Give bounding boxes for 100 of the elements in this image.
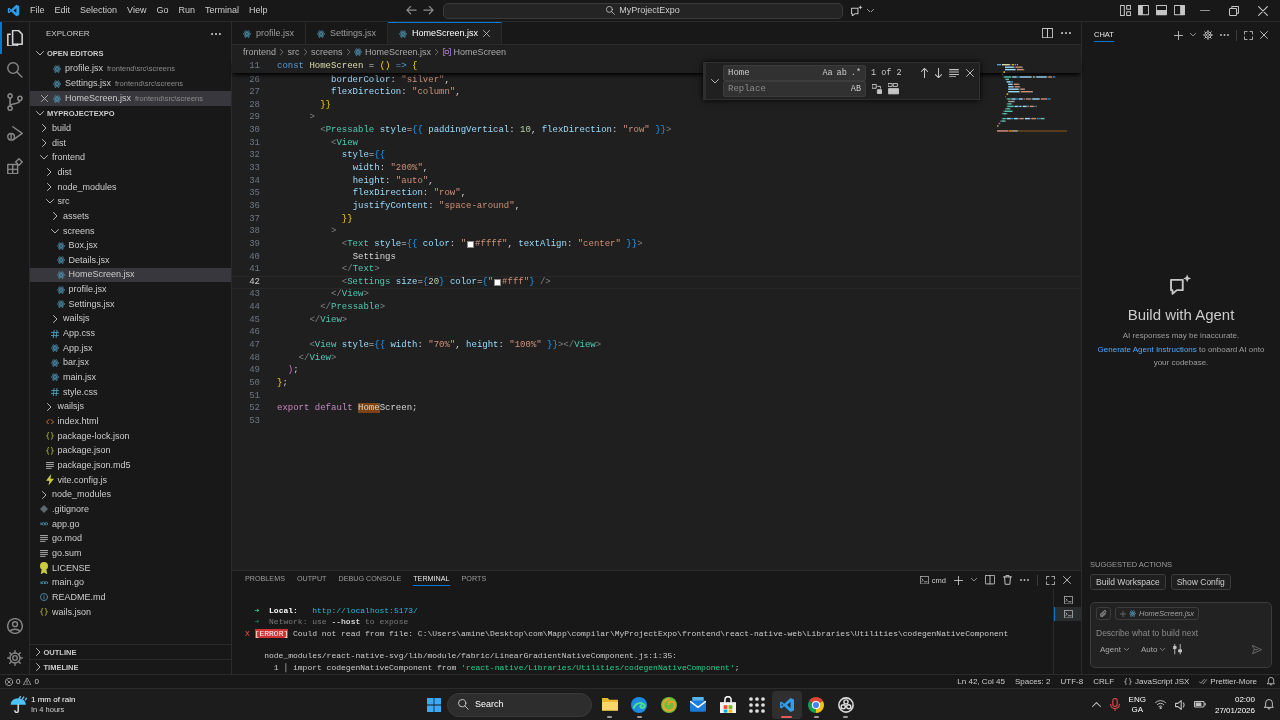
close-icon[interactable] [40,95,48,102]
status-item[interactable]: Spaces: 2 [1009,676,1056,687]
tree-item[interactable]: README.md [30,590,231,605]
tree-item[interactable]: Details.jsx [30,252,231,268]
tree-item[interactable]: App.css [30,326,231,341]
breadcrumb-item[interactable]: HomeScreen [442,47,507,58]
tools-icon[interactable] [1173,644,1183,655]
tree-item[interactable]: app.go [30,516,231,532]
tree-item[interactable]: index.html [30,414,231,429]
close-panel-icon[interactable] [1063,576,1071,584]
close-icon[interactable] [966,69,974,77]
status-item[interactable]: CRLF [1088,676,1120,687]
tree-item[interactable]: package.json.md5 [30,458,231,473]
umbrella-icon[interactable] [10,695,27,714]
language-code[interactable]: ENG [1128,694,1146,705]
find-field[interactable]: Home Aa ab .* [723,65,866,81]
status-item[interactable]: UTF-8 [1055,676,1089,687]
tree-item[interactable]: main.jsx [30,370,231,385]
menu-item[interactable]: View [122,4,152,17]
trash-icon[interactable] [1003,575,1012,585]
folder-item[interactable]: node_modules [30,179,231,195]
panel-bottom-icon[interactable] [1156,5,1167,16]
folder-item[interactable]: screens [30,223,231,239]
tree-item[interactable]: go.mod [30,531,231,547]
chat-icon[interactable] [851,4,863,17]
tree-item[interactable]: .gitignore [30,502,231,517]
chevron-down-icon[interactable] [971,578,977,582]
app-logo-icon[interactable] [7,4,20,17]
menu-item[interactable]: File [25,4,50,17]
menu-item[interactable]: Terminal [199,4,244,17]
menu-item[interactable]: Run [173,4,200,17]
tree-item[interactable]: profile.jsx [30,282,231,297]
settings-icon[interactable] [1203,30,1213,40]
menu-item[interactable]: Help [243,4,273,17]
folder-item[interactable]: wailsjs [30,399,231,415]
forward-arrow-icon[interactable] [423,6,434,15]
attach-button[interactable] [1096,607,1111,620]
menu-item[interactable]: Edit [49,4,76,17]
toggle-replace-icon[interactable] [711,78,719,84]
taskbar-app-button[interactable] [772,690,802,719]
tree-item[interactable]: Box.jsx [30,238,231,253]
chevron-down-icon[interactable] [1190,33,1196,37]
folder-item[interactable]: assets [30,208,231,224]
chat-input-field[interactable]: Describe what to build next [1096,628,1266,639]
new-chat-icon[interactable] [1174,30,1183,40]
more-actions-icon[interactable] [1061,31,1071,35]
sidebar-left-icon[interactable] [1138,5,1149,16]
breadcrumb-item[interactable]: frontend [243,47,277,58]
breadcrumb-item[interactable]: src [287,47,300,58]
layout-icon[interactable] [1120,5,1131,16]
start-icon[interactable] [427,697,441,712]
mode-dropdown[interactable]: Agent [1096,644,1133,655]
maximize-panel-icon[interactable] [1046,575,1055,585]
tree-item[interactable]: bar.jsx [30,355,231,371]
command-center-search[interactable]: MyProjectExpo [443,2,843,19]
microphone-icon[interactable] [1109,697,1120,712]
folder-item[interactable]: frontend [30,150,231,165]
tree-item[interactable]: HomeScreen.jsx [30,267,231,283]
editor-tab[interactable]: HomeScreen.jsx [388,22,503,44]
tree-item[interactable]: vite.config.js [30,472,231,488]
next-match-icon[interactable] [935,67,942,79]
taskbar-search-box[interactable]: Search [447,692,592,717]
replace-all-icon[interactable] [888,83,899,95]
preserve-case-toggle[interactable]: AB [848,83,863,95]
generate-instructions-link[interactable]: Generate Agent Instructions [1097,345,1197,355]
split-editor-icon[interactable] [1042,27,1053,39]
breadcrumb-item[interactable]: screens [311,47,343,58]
close-icon[interactable] [1260,31,1268,39]
tree-item[interactable]: style.css [30,384,231,400]
chevron-down-icon[interactable] [867,8,874,13]
send-icon[interactable] [1252,644,1262,654]
tree-item[interactable]: App.jsx [30,340,231,356]
sidebar-right-icon[interactable] [1174,5,1185,16]
battery-icon[interactable] [1193,701,1206,708]
previous-match-icon[interactable] [921,67,928,79]
menu-item[interactable]: Go [151,4,174,17]
clock-date[interactable]: 27/01/2026 [1214,704,1255,716]
speaker-icon[interactable] [1174,699,1185,710]
close-icon[interactable] [483,30,491,37]
maximize-icon[interactable] [1244,30,1253,40]
menu-item[interactable]: Selection [75,4,123,17]
folder-item[interactable]: src [30,194,231,209]
split-terminal-icon[interactable] [985,575,995,585]
folder-item[interactable]: dist [30,164,231,180]
folder-item[interactable]: dist [30,135,231,151]
region-code[interactable]: GA [1128,704,1146,715]
problems-status[interactable]: 0 0 [0,676,44,687]
replace-icon[interactable] [872,84,882,94]
minimize-icon[interactable] [1200,9,1210,12]
terminal-instance-button[interactable] [1054,607,1081,621]
tree-item[interactable]: package.json [30,443,231,459]
suggested-action-button[interactable]: Show Config [1170,573,1231,590]
wifi-icon[interactable] [1154,700,1166,709]
find-in-selection-icon[interactable] [949,68,959,78]
weather-title[interactable]: 1 mm of rain [31,694,76,705]
formatter-status[interactable]: Prettier-More [1194,676,1262,687]
more-actions-icon[interactable] [211,32,221,36]
status-item[interactable]: Ln 42, Col 45 [952,676,1010,687]
clock-time[interactable]: 02:00 [1214,693,1255,705]
close-icon[interactable] [1258,5,1268,16]
